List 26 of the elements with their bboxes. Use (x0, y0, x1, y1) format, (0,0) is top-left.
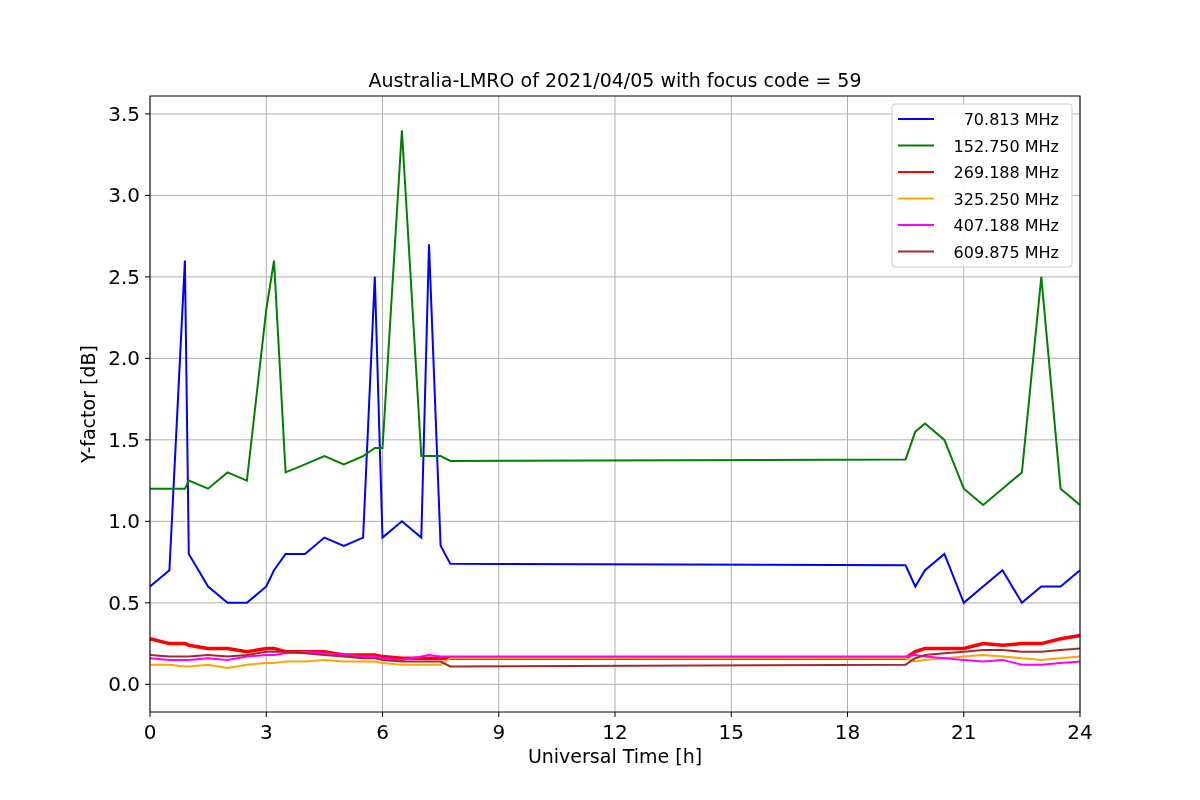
tick-label: 0.0 (108, 672, 140, 697)
tick-label: 1.0 (108, 509, 140, 534)
tick-label: 2.0 (108, 346, 140, 371)
tick-label: 2.5 (108, 264, 140, 289)
tick-label: 0 (143, 720, 157, 744)
axis-label: Universal Time [h] (527, 745, 703, 767)
tick-label: 1.5 (108, 427, 140, 452)
tick-label: 12 (602, 720, 628, 744)
axis-label: Y-factor [dB] (77, 345, 99, 463)
legend-label: 325.250 MHz (953, 189, 1059, 209)
chart-title: Australia-LMRO of 2021/04/05 with focus code = 59 (368, 69, 862, 91)
legend-label: 152.750 MHz (953, 136, 1059, 156)
tick-label: 9 (492, 720, 506, 744)
tick-label: 18 (834, 720, 861, 744)
legend-label: 407.188 MHz (953, 216, 1059, 235)
legend-label: 609.875 MHz (953, 242, 1059, 262)
tick-label: 3 (259, 720, 273, 744)
tick-label: 6 (376, 720, 389, 744)
tick-label: 21 (951, 720, 977, 744)
tick-label: 24 (1067, 720, 1093, 744)
legend-label: 70.813 MHz (963, 110, 1059, 129)
tick-label: 15 (718, 720, 744, 744)
legend-label: 269.188 MHz (953, 163, 1059, 182)
tick-label: 3.5 (108, 101, 140, 126)
tick-label: 0.5 (108, 590, 140, 615)
tick-label: 3.0 (108, 183, 140, 208)
